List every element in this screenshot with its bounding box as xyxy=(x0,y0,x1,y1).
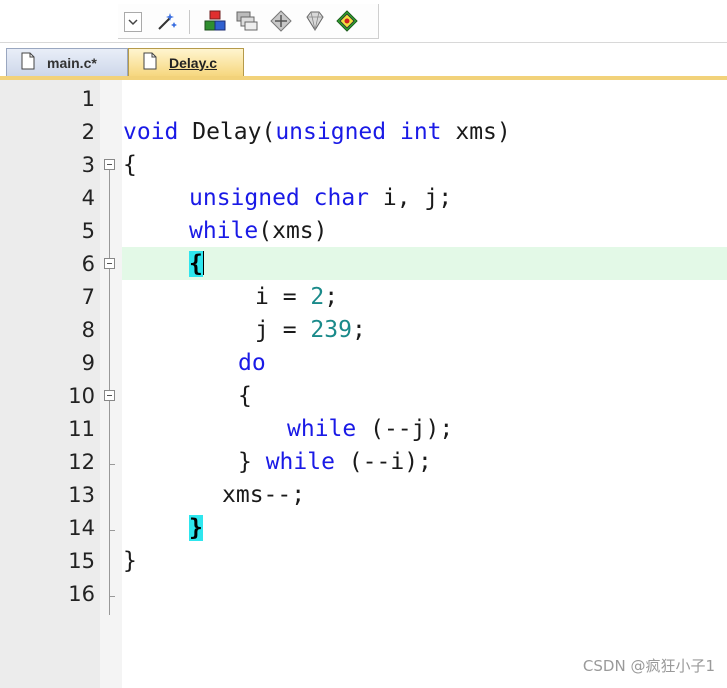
document-icon xyxy=(143,52,157,73)
code-line: 16 xyxy=(0,577,727,610)
code-text: i = 2; xyxy=(255,284,339,310)
line-number: 1 xyxy=(81,87,95,111)
tab-delay-c[interactable]: Delay.c xyxy=(128,48,244,76)
code-text: xms--; xyxy=(222,482,306,508)
line-number: 9 xyxy=(81,351,95,375)
code-text: { xyxy=(238,383,252,409)
code-line: 7 i = 2; xyxy=(0,280,727,313)
text-cursor xyxy=(202,251,204,275)
code-line: 9 do xyxy=(0,346,727,379)
code-line: 4 unsigned char i, j; xyxy=(0,181,727,214)
code-text: j = 239; xyxy=(255,317,366,343)
code-text: { xyxy=(123,152,137,178)
line-number: 13 xyxy=(68,483,95,507)
code-line: 14 } xyxy=(0,511,727,544)
code-text: void Delay(unsigned int xms) xyxy=(123,119,511,145)
code-line: 12 } while (--i); xyxy=(0,445,727,478)
line-number: 6 xyxy=(81,252,95,276)
code-text: } while (--i); xyxy=(238,449,432,475)
code-text: } xyxy=(123,548,137,574)
line-number: 2 xyxy=(81,120,95,144)
code-line: 3 { xyxy=(0,148,727,181)
line-number: 10 xyxy=(68,384,95,408)
toolbar-separator xyxy=(189,10,190,34)
code-line: 2 void Delay(unsigned int xms) xyxy=(0,115,727,148)
toolbar xyxy=(0,0,727,42)
code-line: 1 xyxy=(0,82,727,115)
line-number: 11 xyxy=(68,417,95,441)
line-number: 15 xyxy=(68,549,95,573)
code-text: } xyxy=(189,515,203,541)
line-number: 4 xyxy=(81,186,95,210)
code-line-current: 6 { xyxy=(0,247,727,280)
chip-grid-icon[interactable] xyxy=(336,10,358,32)
code-text: while (--j); xyxy=(287,416,454,442)
line-number: 5 xyxy=(81,219,95,243)
line-number: 14 xyxy=(68,516,95,540)
code-line: 10 { xyxy=(0,379,727,412)
tab-label: Delay.c xyxy=(169,54,217,71)
code-text: while(xms) xyxy=(189,218,328,244)
code-editor[interactable]: 1 2 void Delay(unsigned int xms) 3 { 4 u… xyxy=(0,80,727,688)
windows-stack-icon[interactable] xyxy=(236,10,258,32)
diamond-arrows-icon[interactable] xyxy=(270,10,292,32)
toolbar-group xyxy=(118,4,379,39)
code-line: 8 j = 239; xyxy=(0,313,727,346)
code-line: 11 while (--j); xyxy=(0,412,727,445)
line-number: 7 xyxy=(81,285,95,309)
code-line: 5 while(xms) xyxy=(0,214,727,247)
code-line: 13 xms--; xyxy=(0,478,727,511)
document-icon xyxy=(21,52,35,73)
build-blocks-icon[interactable] xyxy=(204,10,226,32)
watermark: CSDN @疯狂小子1 xyxy=(582,657,715,675)
line-number: 12 xyxy=(68,450,95,474)
matched-brace: } xyxy=(189,515,203,541)
wand-icon[interactable] xyxy=(156,10,178,32)
tab-main-c[interactable]: main.c* xyxy=(6,48,128,76)
code-line: 15 } xyxy=(0,544,727,577)
line-number: 16 xyxy=(68,582,95,606)
code-text: unsigned char i, j; xyxy=(189,185,453,211)
code-text: do xyxy=(238,350,266,376)
dropdown-arrow-icon[interactable] xyxy=(124,12,142,32)
code-text: { xyxy=(189,251,204,277)
line-number: 8 xyxy=(81,318,95,342)
line-number: 3 xyxy=(81,153,95,177)
matched-brace: { xyxy=(189,251,203,277)
gem-icon[interactable] xyxy=(304,10,326,32)
tab-label: main.c* xyxy=(47,54,97,71)
